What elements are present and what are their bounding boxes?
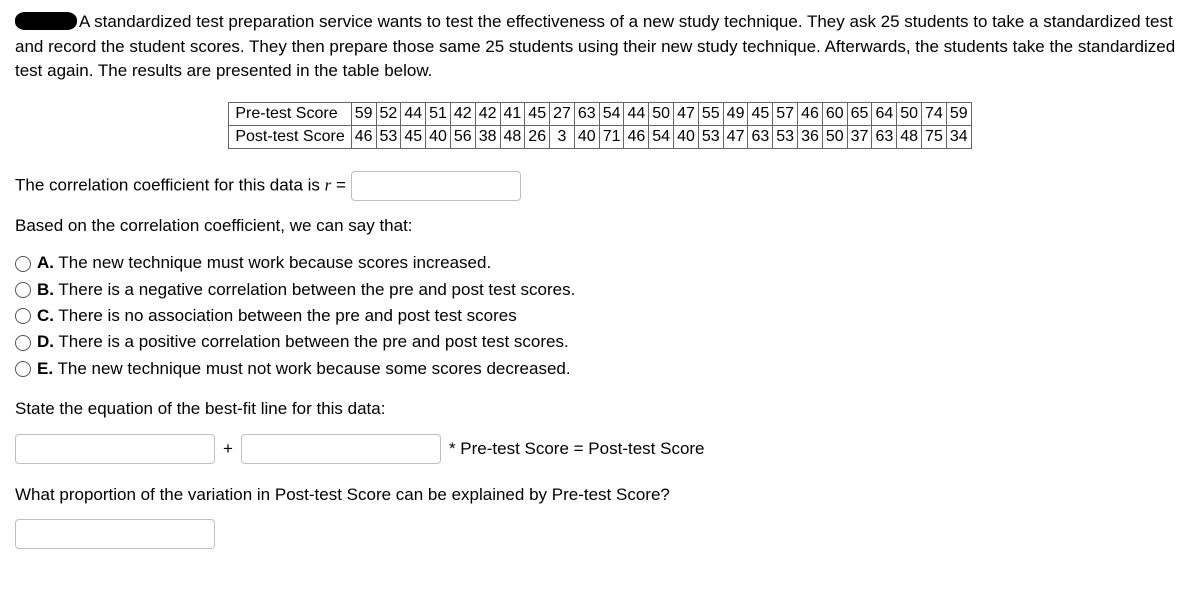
radio-icon[interactable] [15, 361, 31, 377]
radio-icon[interactable] [15, 282, 31, 298]
post-cell: 48 [500, 125, 525, 148]
post-cell: 40 [426, 125, 451, 148]
slope-input[interactable] [241, 434, 441, 464]
post-cell: 53 [698, 125, 723, 148]
pre-cell: 74 [922, 102, 947, 125]
option-a[interactable]: A. The new technique must work because s… [15, 250, 1185, 276]
option-label: C. There is no association between the p… [37, 303, 517, 329]
pre-cell: 63 [574, 102, 599, 125]
pre-cell: 52 [376, 102, 401, 125]
correlation-input[interactable] [351, 171, 521, 201]
r-symbol: r [325, 175, 332, 194]
post-label: Post-test Score [229, 125, 351, 148]
post-row: Post-test Score 46 53 45 40 56 38 48 26 … [229, 125, 971, 148]
based-on-line: Based on the correlation coefficient, we… [15, 213, 1185, 239]
pre-cell: 57 [773, 102, 798, 125]
option-b[interactable]: B. There is a negative correlation betwe… [15, 277, 1185, 303]
proportion-prompt: What proportion of the variation in Post… [15, 482, 1185, 508]
pre-cell: 45 [748, 102, 773, 125]
proportion-input[interactable] [15, 519, 215, 549]
post-cell: 47 [723, 125, 748, 148]
post-cell: 26 [525, 125, 550, 148]
option-label: A. The new technique must work because s… [37, 250, 491, 276]
post-cell: 38 [475, 125, 500, 148]
proportion-input-row [15, 519, 1185, 549]
post-cell: 63 [748, 125, 773, 148]
equals: = [336, 175, 351, 194]
equation-suffix: * Pre-test Score = Post-test Score [449, 439, 705, 459]
option-d[interactable]: D. There is a positive correlation betwe… [15, 329, 1185, 355]
post-cell: 3 [550, 125, 575, 148]
pre-cell: 60 [822, 102, 847, 125]
post-cell: 53 [773, 125, 798, 148]
pre-cell: 59 [351, 102, 376, 125]
pre-cell: 41 [500, 102, 525, 125]
post-cell: 46 [624, 125, 649, 148]
radio-icon[interactable] [15, 256, 31, 272]
post-cell: 71 [599, 125, 624, 148]
pre-cell: 59 [946, 102, 971, 125]
pre-cell: 46 [798, 102, 823, 125]
post-cell: 56 [450, 125, 475, 148]
pre-cell: 42 [475, 102, 500, 125]
pre-cell: 45 [525, 102, 550, 125]
post-cell: 37 [847, 125, 872, 148]
pre-label: Pre-test Score [229, 102, 351, 125]
option-e[interactable]: E. The new technique must not work becau… [15, 356, 1185, 382]
pre-cell: 44 [401, 102, 426, 125]
pre-cell: 54 [599, 102, 624, 125]
pre-cell: 44 [624, 102, 649, 125]
pre-cell: 51 [426, 102, 451, 125]
radio-icon[interactable] [15, 335, 31, 351]
pre-cell: 55 [698, 102, 723, 125]
intercept-input[interactable] [15, 434, 215, 464]
post-cell: 63 [872, 125, 897, 148]
option-label: B. There is a negative correlation betwe… [37, 277, 575, 303]
post-cell: 34 [946, 125, 971, 148]
pre-cell: 49 [723, 102, 748, 125]
bestfit-prompt: State the equation of the best-fit line … [15, 396, 1185, 422]
intro-text: A standardized test preparation service … [15, 12, 1175, 80]
post-cell: 46 [351, 125, 376, 148]
post-cell: 50 [822, 125, 847, 148]
pre-cell: 42 [450, 102, 475, 125]
post-cell: 75 [922, 125, 947, 148]
post-cell: 54 [649, 125, 674, 148]
problem-intro: A standardized test preparation service … [15, 10, 1185, 84]
corr-prefix: The correlation coefficient for this dat… [15, 175, 325, 194]
option-label: D. There is a positive correlation betwe… [37, 329, 569, 355]
pre-row: Pre-test Score 59 52 44 51 42 42 41 45 2… [229, 102, 971, 125]
post-cell: 40 [574, 125, 599, 148]
pre-cell: 50 [649, 102, 674, 125]
equation-row: + * Pre-test Score = Post-test Score [15, 434, 1185, 464]
options-group: A. The new technique must work because s… [15, 250, 1185, 382]
post-cell: 36 [798, 125, 823, 148]
post-cell: 53 [376, 125, 401, 148]
pre-cell: 50 [897, 102, 922, 125]
post-cell: 48 [897, 125, 922, 148]
correlation-line: The correlation coefficient for this dat… [15, 171, 1185, 201]
pre-cell: 65 [847, 102, 872, 125]
option-label: E. The new technique must not work becau… [37, 356, 571, 382]
redacted-mark [15, 12, 77, 30]
post-cell: 40 [674, 125, 699, 148]
plus-sign: + [223, 439, 233, 459]
pre-cell: 47 [674, 102, 699, 125]
data-table: Pre-test Score 59 52 44 51 42 42 41 45 2… [228, 102, 971, 149]
option-c[interactable]: C. There is no association between the p… [15, 303, 1185, 329]
radio-icon[interactable] [15, 308, 31, 324]
post-cell: 45 [401, 125, 426, 148]
data-table-container: Pre-test Score 59 52 44 51 42 42 41 45 2… [15, 102, 1185, 149]
pre-cell: 27 [550, 102, 575, 125]
pre-cell: 64 [872, 102, 897, 125]
